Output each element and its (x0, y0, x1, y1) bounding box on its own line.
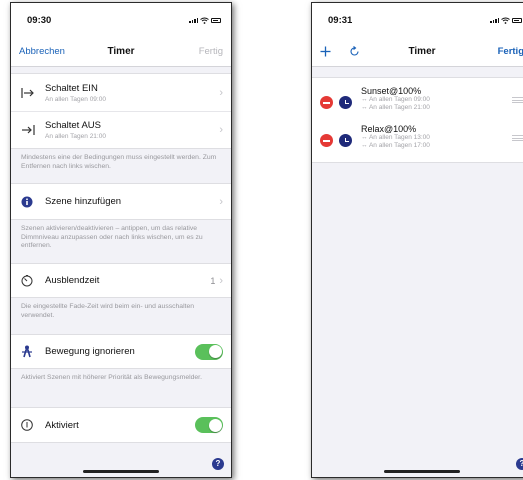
chevron-right-icon: › (219, 274, 223, 287)
arrow-in-icon (21, 87, 41, 99)
conditions-note: Mindestens eine der Bedingungen muss ein… (21, 154, 217, 170)
timer-off-schedule: ↔ An allen Tagen 17:00 (361, 142, 430, 149)
phone-screen-timer-list: 09:31 Timer Fertig Sunset@100% ↔ An alle… (311, 2, 523, 478)
status-bar: 09:30 (11, 3, 231, 37)
signal-icon (189, 17, 198, 23)
switch-on-title: Schaltet EIN (45, 82, 98, 94)
motion-group: Bewegung ignorieren (11, 334, 231, 369)
scene-group: Szene hinzufügen › (11, 183, 231, 220)
active-group: Aktiviert (11, 407, 231, 443)
fade-note: Die eingestellte Fade-Zeit wird beim ein… (21, 303, 195, 319)
drag-handle-icon[interactable] (512, 135, 523, 141)
system-indicators (189, 17, 221, 24)
phone-screen-timer-edit: 09:30 Abbrechen Timer Fertig Schaltet EI… (10, 2, 232, 478)
status-time: 09:30 (27, 14, 52, 26)
timer-title: Sunset@100% (361, 86, 422, 96)
done-button[interactable]: Fertig (199, 46, 223, 57)
fade-group: Ausblendzeit 1 › (11, 263, 231, 298)
add-scene-title: Szene hinzufügen (45, 196, 122, 207)
switch-off-cell[interactable]: Schaltet AUS An allen Tagen 21:00 › (11, 111, 231, 148)
signal-icon (490, 17, 499, 23)
timer-title: Relax@100% (361, 124, 417, 134)
clock-icon (339, 96, 352, 109)
clock-icon (339, 134, 352, 147)
refresh-icon[interactable] (349, 46, 360, 57)
nav-bar: Abbrechen Timer Fertig (11, 37, 231, 67)
power-icon (21, 419, 41, 431)
help-icon[interactable]: ? (516, 458, 523, 470)
wifi-icon (200, 17, 209, 24)
fade-time-cell[interactable]: Ausblendzeit 1 › (11, 264, 231, 297)
list-item[interactable]: Relax@100% ↔ An allen Tagen 13:00 ↔ An a… (312, 116, 523, 154)
switch-on-schedule: An allen Tagen 09:00 (45, 95, 106, 103)
home-indicator (83, 470, 159, 473)
timer-icon (21, 274, 41, 287)
battery-icon (512, 17, 522, 23)
ignore-motion-cell: Bewegung ignorieren (11, 335, 231, 368)
list-item[interactable]: Sunset@100% ↔ An allen Tagen 09:00 ↔ An … (312, 78, 523, 116)
ignore-motion-toggle[interactable] (195, 343, 223, 360)
chevron-right-icon: › (219, 195, 223, 208)
help-icon[interactable]: ? (212, 458, 224, 470)
ignore-motion-title: Bewegung ignorieren (45, 346, 135, 357)
fade-time-value: 1 (210, 275, 216, 286)
switch-off-title: Schaltet AUS (45, 120, 101, 131)
info-icon (21, 196, 41, 208)
timer-on-schedule: ↔ An allen Tagen 13:00 (361, 134, 430, 141)
nav-bar: Timer Fertig (312, 37, 523, 67)
scene-note: Szenen aktivieren/deaktivieren – antippe… (21, 225, 203, 249)
status-bar: 09:31 (312, 3, 523, 37)
cancel-button[interactable]: Abbrechen (19, 46, 65, 57)
battery-icon (211, 17, 221, 23)
switch-on-cell[interactable]: Schaltet EIN An allen Tagen 09:00 › (11, 74, 231, 111)
add-scene-cell[interactable]: Szene hinzufügen › (11, 184, 231, 219)
switch-off-schedule: An allen Tagen 21:00 (45, 133, 106, 140)
motion-note: Aktiviert Szenen mit höherer Priorität a… (21, 374, 202, 381)
motion-icon (21, 345, 41, 358)
status-time: 09:31 (328, 14, 353, 26)
wifi-icon (501, 17, 510, 24)
delete-icon[interactable] (320, 134, 333, 147)
system-indicators (490, 17, 522, 24)
fade-time-title: Ausblendzeit (45, 275, 100, 286)
active-cell: Aktiviert (11, 408, 231, 442)
timer-off-schedule: ↔ An allen Tagen 21:00 (361, 104, 430, 111)
home-indicator (384, 470, 460, 473)
done-button[interactable]: Fertig (498, 46, 523, 57)
active-toggle[interactable] (195, 417, 223, 433)
delete-icon[interactable] (320, 96, 333, 109)
plus-icon[interactable] (320, 46, 331, 57)
timer-list: Sunset@100% ↔ An allen Tagen 09:00 ↔ An … (312, 77, 523, 163)
drag-handle-icon[interactable] (512, 97, 523, 103)
chevron-right-icon: › (219, 86, 223, 99)
arrow-out-icon (21, 124, 41, 136)
timer-on-schedule: ↔ An allen Tagen 09:00 (361, 96, 430, 103)
switch-conditions-group: Schaltet EIN An allen Tagen 09:00 › Scha… (11, 73, 231, 149)
chevron-right-icon: › (219, 124, 223, 136)
active-title: Aktiviert (45, 419, 79, 431)
